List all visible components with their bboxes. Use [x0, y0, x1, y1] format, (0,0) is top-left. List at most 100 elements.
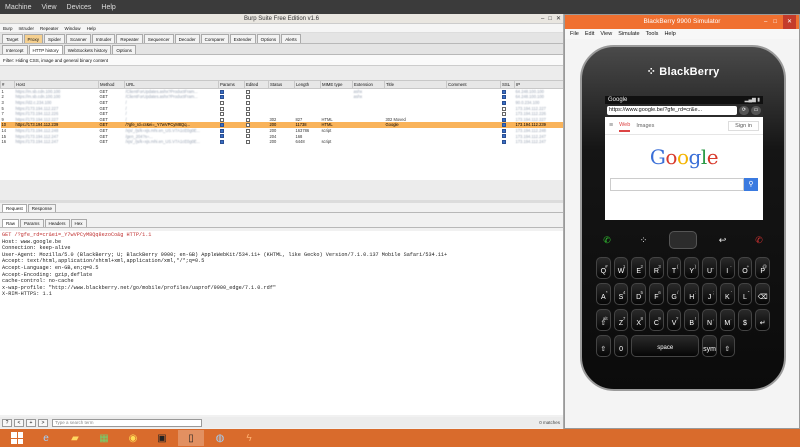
column-header[interactable]: Edited: [244, 80, 269, 89]
key-⇧[interactable]: ⇧: [719, 335, 735, 357]
burp-taskbar-icon[interactable]: ϟ: [236, 430, 262, 446]
tab-websockets-history[interactable]: WebSockets history: [63, 45, 112, 54]
burp-menu-repeater[interactable]: Repeater: [37, 26, 62, 31]
key-d[interactable]: 5D: [631, 283, 647, 305]
sign-in-button[interactable]: Sign in: [728, 120, 759, 131]
ie-icon[interactable]: e: [33, 430, 59, 446]
burp-menu-intruder[interactable]: Intruder: [16, 26, 38, 31]
tab-headers[interactable]: Headers: [44, 219, 70, 227]
vbox-menu-devices[interactable]: Devices: [62, 4, 97, 11]
close-icon[interactable]: ✕: [782, 15, 796, 29]
tab-comparer[interactable]: Comparer: [200, 34, 229, 43]
tab-target[interactable]: Target: [2, 34, 23, 43]
key-i[interactable]: -I: [719, 257, 735, 279]
google-search-input[interactable]: [610, 178, 744, 191]
key-v[interactable]: ? V: [666, 309, 682, 331]
key-⌫[interactable]: ⌫: [755, 283, 770, 305]
key-l[interactable]: " L: [737, 283, 753, 305]
url-input[interactable]: https://www.google.be/?gfe_rd=cr&e...: [607, 106, 737, 115]
key-z[interactable]: 7Z: [613, 309, 629, 331]
key-j[interactable]: ; J: [702, 283, 717, 305]
previous-button[interactable]: <: [14, 418, 24, 427]
column-header[interactable]: Length: [294, 80, 321, 89]
key-$[interactable]: $: [737, 309, 753, 331]
help-button[interactable]: ?: [2, 418, 12, 427]
key-p[interactable]: @ P: [755, 257, 770, 279]
menu-key-icon[interactable]: ⁘: [633, 235, 655, 246]
store-icon[interactable]: ▦: [91, 430, 117, 446]
simulator-taskbar-icon[interactable]: ▯: [178, 430, 204, 446]
tab-raw[interactable]: Raw: [2, 219, 20, 227]
tab-decoder[interactable]: Decoder: [174, 34, 200, 43]
tab-options[interactable]: Options: [112, 45, 136, 54]
tab-response[interactable]: Response: [27, 204, 57, 212]
column-header[interactable]: Method: [98, 80, 125, 89]
table-row[interactable]: 16 https://173.194.112.247 GET/xjs/_/js/k=…: [1, 139, 564, 145]
sim-menu-view[interactable]: View: [600, 31, 618, 37]
column-header[interactable]: URL: [124, 80, 219, 89]
key-0[interactable]: 0: [613, 335, 629, 357]
end-call-icon[interactable]: ✆: [748, 235, 770, 246]
minimize-icon[interactable]: –: [541, 14, 544, 24]
vbox-menu-help[interactable]: Help: [96, 4, 120, 11]
tab-scanner[interactable]: Scanner: [66, 34, 91, 43]
search-icon[interactable]: ⚲: [744, 178, 758, 191]
key-↵[interactable]: ↵: [755, 309, 770, 331]
key-u[interactable]: _ U: [702, 257, 717, 279]
windows-start-icon[interactable]: [4, 430, 30, 446]
next-button[interactable]: >: [38, 418, 48, 427]
google-tab-images[interactable]: Images: [636, 123, 654, 129]
burp-menu-window[interactable]: Window: [62, 26, 84, 31]
column-header[interactable]: #: [0, 80, 15, 89]
key-⇧[interactable]: alt ⇧: [596, 309, 611, 331]
key-⇧[interactable]: ⇧: [596, 335, 611, 357]
column-header[interactable]: Extension: [352, 80, 385, 89]
back-key-icon[interactable]: ↩: [712, 235, 734, 246]
column-header[interactable]: MIME type: [320, 80, 353, 89]
tab-alerts[interactable]: Alerts: [281, 34, 301, 43]
refresh-icon[interactable]: ⟳: [739, 106, 749, 115]
key-y[interactable]: ) Y: [684, 257, 700, 279]
key-r[interactable]: 3R: [649, 257, 664, 279]
close-icon[interactable]: ✕: [556, 14, 561, 24]
cmd-icon[interactable]: ▣: [149, 430, 175, 446]
sim-menu-file[interactable]: File: [570, 31, 585, 37]
key-c[interactable]: 9C: [649, 309, 664, 331]
tab-http-history[interactable]: HTTP history: [28, 45, 63, 54]
maximize-icon[interactable]: □: [773, 15, 777, 29]
column-header[interactable]: Title: [384, 80, 447, 89]
key-w[interactable]: 1W: [613, 257, 629, 279]
column-header[interactable]: Status: [268, 80, 295, 89]
sim-menu-simulate[interactable]: Simulate: [618, 31, 645, 37]
burp-menu-help[interactable]: Help: [84, 26, 99, 31]
tab-proxy[interactable]: Proxy: [23, 34, 44, 43]
key-q[interactable]: # Q: [596, 257, 611, 279]
globe-icon[interactable]: ◍: [207, 430, 233, 446]
tabs-icon[interactable]: ▭: [751, 106, 761, 115]
key-t[interactable]: (T: [666, 257, 682, 279]
key-g[interactable]: / G: [666, 283, 682, 305]
key-h[interactable]: :H: [684, 283, 700, 305]
key-f[interactable]: 6F: [649, 283, 664, 305]
search-input[interactable]: Type a search term: [52, 418, 202, 427]
tab-extender[interactable]: Extender: [229, 34, 256, 43]
key-s[interactable]: 4S: [613, 283, 629, 305]
column-header[interactable]: Params: [218, 80, 245, 89]
tab-intruder[interactable]: Intruder: [91, 34, 116, 43]
tab-params[interactable]: Params: [20, 219, 44, 227]
tab-spider[interactable]: Spider: [44, 34, 66, 43]
key-k[interactable]: ' K: [719, 283, 735, 305]
hamburger-icon[interactable]: ≡: [609, 122, 613, 129]
trackpad[interactable]: [669, 231, 697, 249]
maximize-icon[interactable]: □: [548, 14, 552, 24]
column-header[interactable]: SSL: [500, 80, 515, 89]
tab-request[interactable]: Request: [2, 204, 27, 212]
key-e[interactable]: 2E: [631, 257, 647, 279]
tab-options[interactable]: Options: [256, 34, 281, 43]
key-sym[interactable]: sym: [702, 335, 717, 357]
vbox-menu-view[interactable]: View: [36, 4, 61, 11]
call-icon[interactable]: ✆: [596, 235, 618, 246]
chrome-icon[interactable]: ◉: [120, 430, 146, 446]
sim-menu-edit[interactable]: Edit: [585, 31, 600, 37]
column-header[interactable]: Comment: [446, 80, 501, 89]
